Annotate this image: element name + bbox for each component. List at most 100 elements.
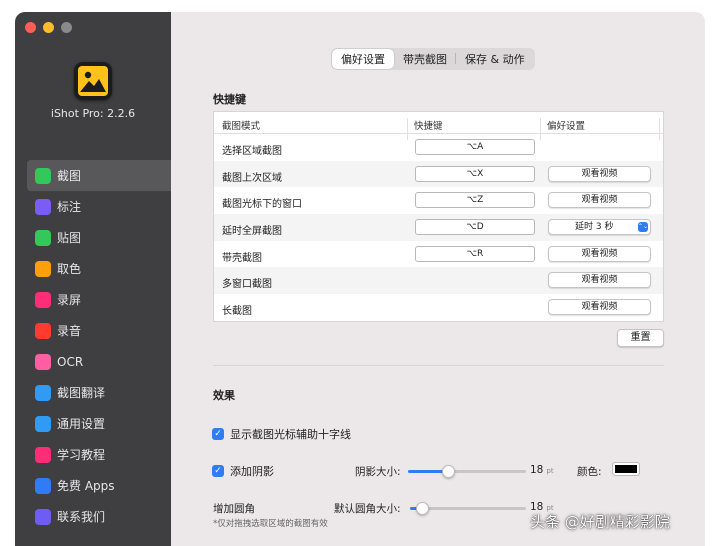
- shadow-size-label: 阴影大小:: [355, 466, 401, 478]
- delay-select[interactable]: 延时 3 秒 ⌃⌄: [548, 219, 651, 236]
- table-row: 延时全屏截图 ⌥D 延时 3 秒 ⌃⌄: [214, 214, 663, 241]
- corner-note: *仅对拖拽选取区域的截图有效: [213, 519, 328, 529]
- table-row: 长截图 观看视频: [214, 294, 663, 321]
- cursor-icon: [35, 198, 51, 215]
- sidebar-item[interactable]: 录音: [27, 315, 171, 346]
- sidebar-item-label: OCR: [57, 354, 84, 369]
- shortcut-recorder[interactable]: ⌥D: [415, 219, 535, 236]
- app-version: iShot Pro: 2.2.6: [50, 107, 136, 120]
- shadow-size-unit: pt: [546, 467, 554, 475]
- eyedropper-icon: [35, 260, 51, 277]
- sidebar-item[interactable]: 取色: [27, 253, 171, 284]
- crosshair-checkbox[interactable]: ✓: [212, 428, 224, 440]
- row-mode-label: 带壳截图: [222, 252, 262, 264]
- shortcut-recorder[interactable]: ⌥X: [415, 165, 535, 182]
- ocr-icon: [35, 353, 51, 370]
- watch-video-button[interactable]: 观看视频: [548, 165, 651, 182]
- translate-icon: [35, 384, 51, 401]
- shortcut-recorder[interactable]: ⌥Z: [415, 192, 535, 209]
- watch-video-button[interactable]: 观看视频: [548, 192, 651, 209]
- sidebar-item-label: 免费 Apps: [57, 479, 115, 493]
- sidebar-item-label: 标注: [57, 200, 82, 214]
- header-shortcut: 快捷键: [414, 121, 443, 132]
- tab[interactable]: 偏好设置: [332, 49, 394, 69]
- table-row: 多窗口截图 观看视频: [214, 267, 663, 295]
- shadow-size-number: 18: [530, 464, 544, 476]
- sidebar-item-label: 取色: [57, 262, 82, 276]
- play-icon: [35, 446, 51, 463]
- sidebar-item[interactable]: 联系我们: [27, 501, 171, 532]
- sidebar-item[interactable]: 录屏: [27, 284, 171, 315]
- shadow-size-slider[interactable]: [408, 465, 526, 478]
- table-row: 截图上次区域 ⌥X 观看视频: [214, 160, 663, 188]
- effects-title: 效果: [213, 389, 235, 402]
- row-mode-label: 多窗口截图: [222, 279, 272, 291]
- shadow-color-well[interactable]: [612, 462, 640, 476]
- table-row: 选择区域截图 ⌥A: [214, 134, 663, 161]
- sidebar-item-label: 贴图: [57, 231, 82, 245]
- app-store-icon: [35, 477, 51, 494]
- crosshair-label: 显示截图光标辅助十字线: [230, 428, 351, 441]
- row-mode-label: 截图光标下的窗口: [222, 199, 302, 211]
- delay-select-value: 延时 3 秒: [575, 222, 614, 233]
- sidebar-item-label: 录音: [57, 324, 82, 338]
- crosshair-option[interactable]: ✓ 显示截图光标辅助十字线: [212, 426, 351, 442]
- chevron-updown-icon: ⌃⌄: [638, 222, 649, 233]
- sidebar-item[interactable]: 贴图: [27, 222, 171, 253]
- tab[interactable]: 带壳截图: [394, 49, 456, 69]
- zoom-window-button[interactable]: [61, 22, 72, 33]
- watch-video-button[interactable]: 观看视频: [548, 272, 651, 289]
- watch-video-button[interactable]: 观看视频: [548, 245, 651, 262]
- close-window-button[interactable]: [25, 22, 36, 33]
- color-label: 颜色:: [577, 466, 602, 478]
- table-row: 带壳截图 ⌥R 观看视频: [214, 241, 663, 268]
- shadow-label: 添加阴影: [230, 465, 274, 478]
- table-row: 截图光标下的窗口 ⌥Z 观看视频: [214, 187, 663, 214]
- corner-slider-knob[interactable]: [415, 502, 429, 515]
- sidebar: iShot Pro: 2.2.6 截图标注贴图取色录屏录音 OCR 截图翻译通用设置…: [15, 12, 171, 546]
- sidebar-item-label: 通用设置: [57, 417, 106, 431]
- sidebar-item-label: 录屏: [57, 293, 82, 307]
- sidebar-item-label: 截图: [57, 169, 82, 183]
- tab-bar: 偏好设置 带壳截图 保存 & 动作: [331, 48, 535, 70]
- sidebar-item-label: 联系我们: [57, 510, 106, 524]
- shortcut-recorder[interactable]: ⌥R: [415, 245, 535, 262]
- sidebar-item[interactable]: 标注: [27, 191, 171, 222]
- app-logo-icon: [74, 62, 112, 100]
- shadow-checkbox[interactable]: ✓: [212, 465, 224, 477]
- sidebar-item-label: 截图翻译: [57, 386, 106, 400]
- tab-label: 保存 & 动作: [465, 53, 525, 66]
- corner-size-label: 默认圆角大小:: [334, 503, 401, 515]
- header-preferences: 偏好设置: [547, 121, 586, 132]
- table-header: 截图模式 快捷键 偏好设置: [214, 112, 663, 140]
- sidebar-item[interactable]: 通用设置: [27, 408, 171, 439]
- window-controls: [25, 22, 72, 33]
- shortcut-recorder[interactable]: ⌥A: [415, 139, 535, 155]
- shadow-option[interactable]: ✓ 添加阴影: [212, 463, 274, 479]
- shortcuts-title: 快捷键: [213, 93, 246, 106]
- gear-icon: [35, 415, 51, 432]
- minimize-window-button[interactable]: [43, 22, 54, 33]
- screenshot-icon: [35, 167, 51, 184]
- sidebar-item-label: 学习教程: [57, 448, 106, 462]
- watermark: 头条 @好剧精彩影院: [530, 513, 670, 531]
- shadow-size-value: 18 pt: [530, 464, 554, 476]
- microphone-icon: [35, 322, 51, 339]
- row-mode-label: 长截图: [222, 306, 252, 318]
- tab[interactable]: 保存 & 动作: [456, 49, 534, 69]
- sidebar-item[interactable]: 截图翻译: [27, 377, 171, 408]
- app-window: iShot Pro: 2.2.6 截图标注贴图取色录屏录音 OCR 截图翻译通用设置…: [15, 12, 705, 546]
- contact-icon: [35, 508, 51, 525]
- row-mode-label: 截图上次区域: [222, 172, 282, 184]
- watch-video-button[interactable]: 观看视频: [548, 299, 651, 316]
- sidebar-item[interactable]: 学习教程: [27, 439, 171, 470]
- corner-size-slider[interactable]: [410, 502, 526, 515]
- sidebar-item[interactable]: OCR: [27, 346, 171, 377]
- sidebar-item[interactable]: 截图: [27, 160, 171, 191]
- sidebar-item[interactable]: 免费 Apps: [27, 470, 171, 501]
- shadow-slider-knob[interactable]: [442, 465, 456, 478]
- tab-label: 偏好设置: [341, 53, 385, 66]
- shortcuts-table: 截图模式 快捷键 偏好设置 选择区域截图 ⌥A 截图上次区域 ⌥X 观看视频 截图光标下的…: [213, 111, 664, 322]
- pin-icon: [35, 229, 51, 246]
- reset-button[interactable]: 重置: [617, 329, 664, 347]
